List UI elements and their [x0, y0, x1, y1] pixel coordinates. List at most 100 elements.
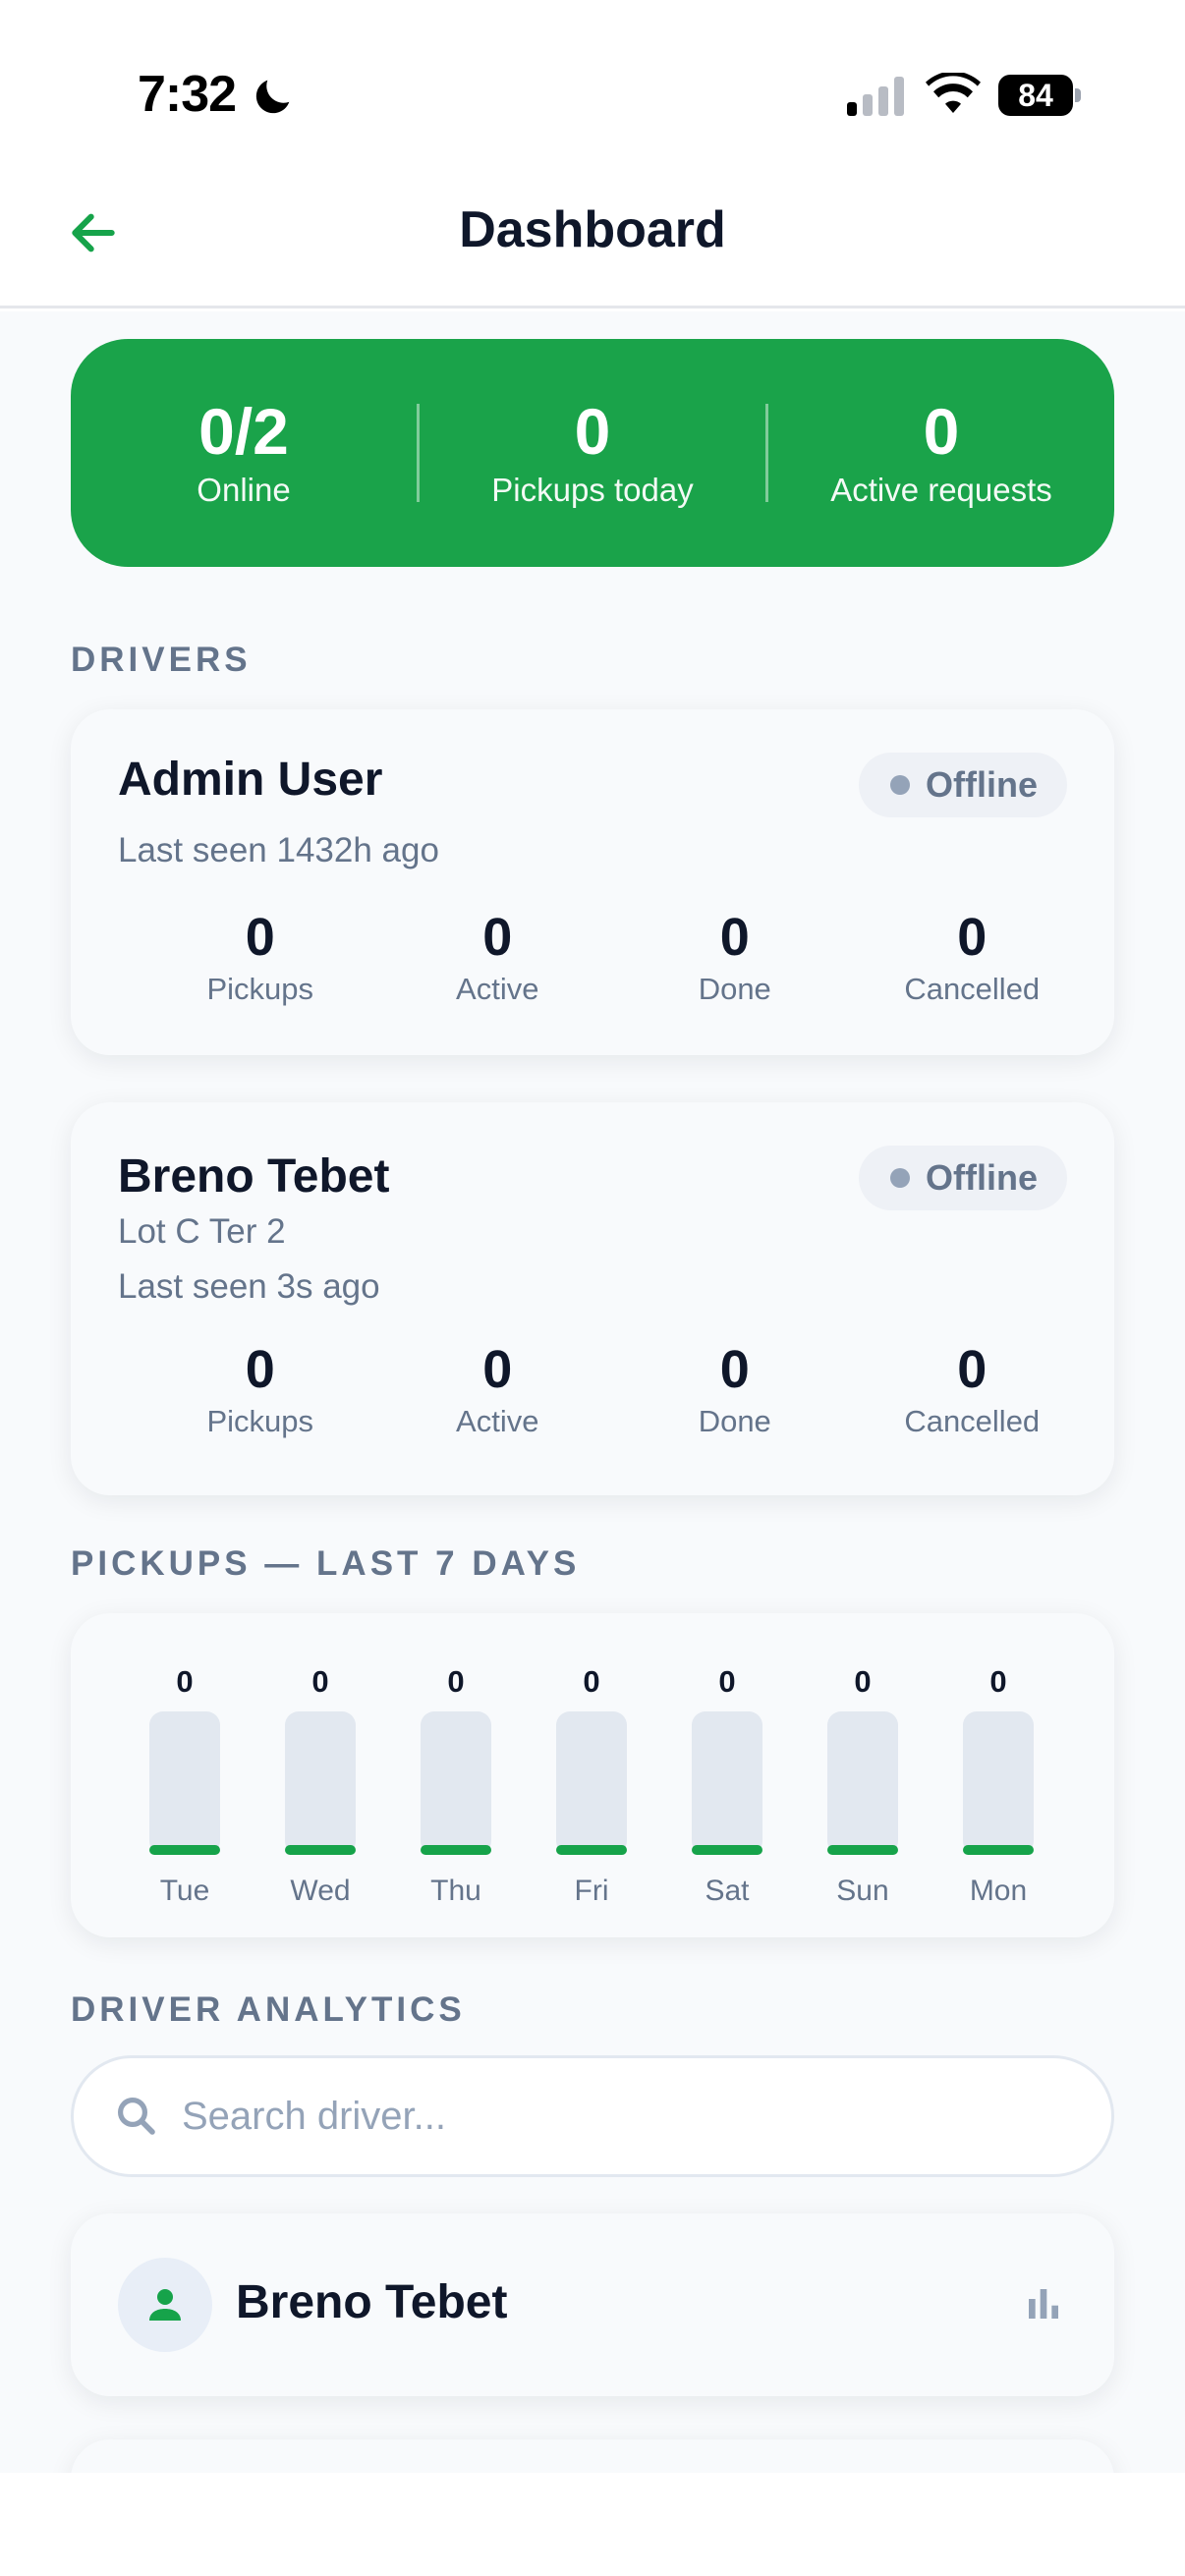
analytics-list-item[interactable]: Breno Tebet: [71, 2213, 1114, 2396]
metric-done: 0 Done: [616, 1338, 854, 1442]
bar-value-label: 0: [447, 1664, 464, 1699]
bar-wed: [285, 1845, 356, 1855]
summary-label: Active requests: [830, 472, 1052, 508]
driver-last-seen: Last seen 3s ago: [118, 1267, 380, 1306]
x-tick-label: Thu: [430, 1875, 481, 1907]
metric-cancelled: 0 Cancelled: [854, 1338, 1092, 1442]
bar-value-label: 0: [718, 1664, 735, 1699]
bar-value-label: 0: [854, 1664, 871, 1699]
bar-value-label: 0: [176, 1664, 193, 1699]
analytics-driver-name: Breno Tebet: [236, 2276, 508, 2328]
bar-track-sat: [692, 1711, 762, 1855]
bar-track-thu: [421, 1711, 491, 1855]
bar-value-label: 0: [989, 1664, 1006, 1699]
section-title-pickups: PICKUPS — LAST 7 DAYS: [71, 1544, 581, 1583]
metric-active: 0 Active: [379, 906, 617, 1010]
wifi-icon: [926, 73, 981, 113]
metric-pickups: 0 Pickups: [141, 906, 379, 1010]
metric-pickups: 0 Pickups: [141, 1338, 379, 1442]
summary-pickups-today: 0 Pickups today: [420, 394, 765, 512]
summary-label: Pickups today: [491, 472, 694, 508]
bar-track-sun: [827, 1711, 898, 1855]
metric-active: 0 Active: [379, 1338, 617, 1442]
metric-value: 0: [245, 908, 275, 967]
metric-value: 0: [719, 908, 750, 967]
metric-done: 0 Done: [616, 906, 854, 1010]
driver-card[interactable]: Admin User Last seen 1432h ago Offline 0…: [71, 709, 1114, 1055]
bar-value-label: 0: [311, 1664, 328, 1699]
metric-label: Active: [456, 1404, 539, 1438]
x-tick-label: Sun: [836, 1875, 888, 1907]
bar-tue: [149, 1845, 220, 1855]
bar-thu: [421, 1845, 491, 1855]
bar-fri: [556, 1845, 627, 1855]
summary-value: 0/2: [198, 395, 289, 468]
search-box[interactable]: [71, 2055, 1114, 2177]
status-time: 7:32: [138, 66, 237, 123]
bar-sat: [692, 1845, 762, 1855]
metric-label: Pickups: [206, 972, 314, 1006]
bar-track-tue: [149, 1711, 220, 1855]
status-dot: [890, 775, 910, 795]
pickups-bar-chart: 0 Tue 0 Wed 0 Thu 0 Fri 0 Sat 0 Sun 0 Mon: [149, 1664, 1034, 1907]
metric-value: 0: [482, 1340, 513, 1399]
status-badge: Offline: [859, 1146, 1067, 1210]
search-driver-input[interactable]: [182, 2094, 1046, 2139]
bar-value-label: 0: [583, 1664, 599, 1699]
x-tick-label: Wed: [290, 1875, 350, 1907]
metric-label: Done: [698, 1404, 771, 1438]
metric-label: Cancelled: [904, 972, 1041, 1006]
summary-label: Online: [197, 472, 291, 508]
bottom-safe-area: [0, 2473, 1185, 2576]
metric-label: Pickups: [206, 1404, 314, 1438]
summary-active-requests: 0 Active requests: [768, 394, 1114, 512]
bar-track-mon: [963, 1711, 1034, 1855]
avatar: [118, 2258, 212, 2352]
bar-track-wed: [285, 1711, 356, 1855]
summary-online: 0/2 Online: [71, 394, 417, 512]
status-dot: [890, 1168, 910, 1188]
driver-name: Breno Tebet: [118, 1150, 390, 1203]
metric-value: 0: [957, 1340, 988, 1399]
status-text: Offline: [926, 1157, 1038, 1198]
x-tick-label: Tue: [160, 1875, 210, 1907]
x-tick-label: Sat: [705, 1875, 750, 1907]
person-icon: [149, 2289, 181, 2321]
metric-label: Cancelled: [904, 1404, 1041, 1438]
metric-cancelled: 0 Cancelled: [854, 906, 1092, 1010]
status-text: Offline: [926, 764, 1038, 805]
metric-value: 0: [245, 1340, 275, 1399]
analytics-list-item-partial[interactable]: [71, 2439, 1114, 2473]
bar-mon: [963, 1845, 1034, 1855]
metric-value: 0: [719, 1340, 750, 1399]
battery-indicator: 84: [998, 75, 1081, 116]
metric-value: 0: [957, 908, 988, 967]
dashboard-content[interactable]: 0/2 Online 0 Pickups today 0 Active requ…: [0, 311, 1185, 2473]
driver-location: Lot C Ter 2: [118, 1212, 286, 1251]
metric-label: Done: [698, 972, 771, 1006]
section-title-drivers: DRIVERS: [71, 641, 252, 679]
search-icon: [118, 2098, 155, 2135]
driver-card[interactable]: Breno Tebet Lot C Ter 2 Last seen 3s ago…: [71, 1102, 1114, 1495]
x-tick-label: Fri: [575, 1875, 609, 1907]
section-title-analytics: DRIVER ANALYTICS: [71, 1990, 466, 2029]
metric-label: Active: [456, 972, 539, 1006]
bar-chart-icon[interactable]: [1024, 2284, 1063, 2324]
signal-icon: [847, 77, 904, 116]
driver-name: Admin User: [118, 754, 383, 806]
moon-icon: [255, 80, 290, 114]
driver-metrics: 0 Pickups 0 Active 0 Done 0 Cancelled: [71, 906, 1114, 1010]
page-title: Dashboard: [459, 201, 726, 258]
summary-value: 0: [574, 395, 611, 468]
status-bar: 7:32 84: [0, 0, 1185, 157]
screen: 7:32 84 Dashboard 0/2 Online 0 Pickups t…: [0, 0, 1185, 2576]
bar-sun: [827, 1845, 898, 1855]
battery-level: 84: [998, 75, 1073, 116]
x-tick-label: Mon: [970, 1875, 1027, 1907]
summary-value: 0: [923, 395, 960, 468]
metric-value: 0: [482, 908, 513, 967]
battery-cap: [1075, 88, 1081, 102]
bar-track-fri: [556, 1711, 627, 1855]
app-header: Dashboard: [0, 157, 1185, 308]
driver-metrics: 0 Pickups 0 Active 0 Done 0 Cancelled: [71, 1338, 1114, 1442]
